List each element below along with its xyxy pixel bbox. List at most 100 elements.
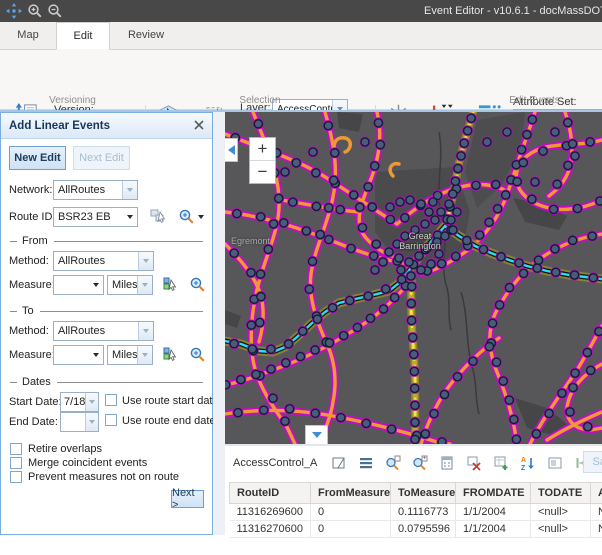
- to-method-dropdown[interactable]: AllRoutes: [53, 321, 154, 341]
- panel-header: Add Linear Events: [1, 113, 212, 139]
- tab-map[interactable]: Map: [4, 22, 52, 49]
- from-measure-combo[interactable]: [53, 275, 104, 295]
- table-zoom-selected-icon[interactable]: [385, 455, 401, 471]
- attribute-grid: RouteIDFromMeasureToMeasureFROMDATETODAT…: [229, 482, 602, 555]
- field-calculator-icon[interactable]: [439, 455, 455, 471]
- table-row[interactable]: 1131626960000.11167731/1/2004<null>No: [230, 504, 602, 521]
- to-method-label: Method:: [9, 325, 49, 337]
- column-header[interactable]: AC: [591, 483, 602, 504]
- zoom-route-dropdown-icon[interactable]: [198, 215, 204, 219]
- table-layer-name: AccessControl_A: [233, 457, 317, 469]
- zoom-to-route-icon[interactable]: [178, 208, 195, 225]
- use-route-end-checkbox[interactable]: [105, 414, 117, 426]
- end-date-input[interactable]: [60, 412, 99, 432]
- network-value: AllRoutes: [58, 184, 105, 196]
- tab-bar: Map Edit Review: [0, 22, 602, 50]
- from-measure-zoom-icon[interactable]: [189, 276, 206, 293]
- end-date-label: End Date:: [9, 416, 58, 428]
- edit-events-group-label: Edit Events: [462, 95, 602, 106]
- table-list-icon[interactable]: [358, 455, 374, 471]
- collapse-table-button[interactable]: [305, 425, 328, 444]
- map-zoom-out-button[interactable]: −: [250, 161, 275, 183]
- to-measure-label: Measure:: [9, 349, 55, 361]
- new-edit-button[interactable]: New Edit: [9, 146, 66, 170]
- prevent-measures-checkbox[interactable]: [10, 471, 22, 483]
- select-route-on-map-icon[interactable]: [150, 208, 167, 225]
- network-dropdown[interactable]: AllRoutes: [53, 180, 138, 200]
- route-id-combo[interactable]: BSR23 EB: [53, 207, 138, 227]
- column-header[interactable]: FROMDATE: [456, 483, 531, 504]
- table-select-icon[interactable]: [331, 455, 347, 471]
- next-edit-button[interactable]: Next Edit: [73, 146, 130, 170]
- data-review-icon[interactable]: [547, 455, 563, 471]
- zoom-in-icon[interactable]: [27, 3, 43, 19]
- from-measure-pick-icon[interactable]: [162, 276, 179, 293]
- to-measure-zoom-icon[interactable]: [189, 346, 206, 363]
- chevron-down-icon[interactable]: [138, 252, 153, 270]
- zoom-out-icon[interactable]: [47, 3, 63, 19]
- map-zoom-in-button[interactable]: +: [250, 138, 275, 161]
- panel-title: Add Linear Events: [9, 120, 110, 132]
- sort-icon[interactable]: AZ: [520, 455, 536, 471]
- pan-icon[interactable]: [6, 3, 22, 19]
- map[interactable]: Egremont Great Barrington + −: [225, 112, 602, 444]
- to-unit-dropdown[interactable]: Miles: [107, 345, 153, 365]
- table-cell: <null>: [531, 504, 591, 521]
- chevron-left-icon: [228, 145, 235, 155]
- chevron-down-icon[interactable]: [85, 413, 98, 431]
- attribute-table-panel: AccessControl_A AZ: [225, 444, 602, 535]
- from-unit-dropdown[interactable]: Miles: [107, 275, 153, 295]
- tab-edit[interactable]: Edit: [56, 22, 110, 50]
- start-date-input[interactable]: 7/18/: [60, 392, 99, 412]
- map-label-egremont: Egremont: [231, 236, 270, 246]
- chevron-down-icon[interactable]: [138, 322, 153, 340]
- chevron-down-icon[interactable]: [137, 276, 152, 294]
- start-date-label: Start Date:: [9, 396, 62, 408]
- column-header[interactable]: FromMeasure: [311, 483, 391, 504]
- merge-coincident-label: Merge coincident events: [28, 457, 147, 469]
- map-zoom-control: + −: [249, 137, 276, 184]
- to-measure-combo[interactable]: [53, 345, 104, 365]
- prevent-measures-label: Prevent measures not on route: [28, 471, 179, 483]
- close-icon[interactable]: [193, 119, 205, 131]
- use-route-end-label: Use route end date: [122, 415, 216, 427]
- use-route-start-label: Use route start date: [122, 395, 219, 407]
- use-route-start-checkbox[interactable]: [105, 394, 117, 406]
- merge-coincident-checkbox[interactable]: [10, 457, 22, 469]
- selection-group-label: Selection: [145, 95, 375, 106]
- column-header[interactable]: RouteID: [230, 483, 311, 504]
- table-cell: 0: [311, 504, 391, 521]
- chevron-down-icon[interactable]: [137, 346, 152, 364]
- chevron-down-icon[interactable]: [89, 276, 103, 294]
- chevron-down-icon: [312, 432, 322, 438]
- retire-overlaps-label: Retire overlaps: [28, 443, 102, 455]
- to-measure-pick-icon[interactable]: [162, 346, 179, 363]
- panel-splitter[interactable]: [213, 112, 225, 535]
- clear-selection-icon[interactable]: [466, 455, 482, 471]
- titlebar: Event Editor - v10.6.1 - docMassDOTN: [0, 0, 602, 22]
- chevron-down-icon[interactable]: [123, 208, 137, 226]
- versioning-group-label: Versioning: [0, 95, 145, 106]
- table-toolbar: AccessControl_A AZ: [225, 446, 602, 480]
- collapse-panel-button[interactable]: [225, 138, 238, 162]
- table-pan-selected-icon[interactable]: [412, 455, 428, 471]
- column-header[interactable]: ToMeasure: [391, 483, 456, 504]
- save-button[interactable]: Save: [583, 451, 602, 473]
- chevron-down-icon[interactable]: [89, 346, 103, 364]
- chevron-down-icon[interactable]: [122, 181, 137, 199]
- ribbon: Reconcile & Post Version: SDE.MASSDOT_ed…: [0, 50, 602, 110]
- from-method-label: Method:: [9, 255, 49, 267]
- retire-overlaps-checkbox[interactable]: [10, 443, 22, 455]
- chevron-down-icon[interactable]: [85, 393, 98, 411]
- next-button[interactable]: Next >: [171, 490, 204, 508]
- route-id-value: BSR23 EB: [58, 211, 111, 223]
- tab-review[interactable]: Review: [118, 22, 174, 49]
- add-record-icon[interactable]: [493, 455, 509, 471]
- table-cell: 0.1116773: [391, 504, 456, 521]
- from-measure-label: Measure:: [9, 279, 55, 291]
- map-canvas: [225, 112, 602, 444]
- add-linear-events-panel: Add Linear Events New Edit Next Edit Net…: [0, 112, 213, 535]
- event-editor-window: Event Editor - v10.6.1 - docMassDOTN Map…: [0, 0, 602, 535]
- column-header[interactable]: TODATE: [531, 483, 591, 504]
- from-method-dropdown[interactable]: AllRoutes: [53, 251, 154, 271]
